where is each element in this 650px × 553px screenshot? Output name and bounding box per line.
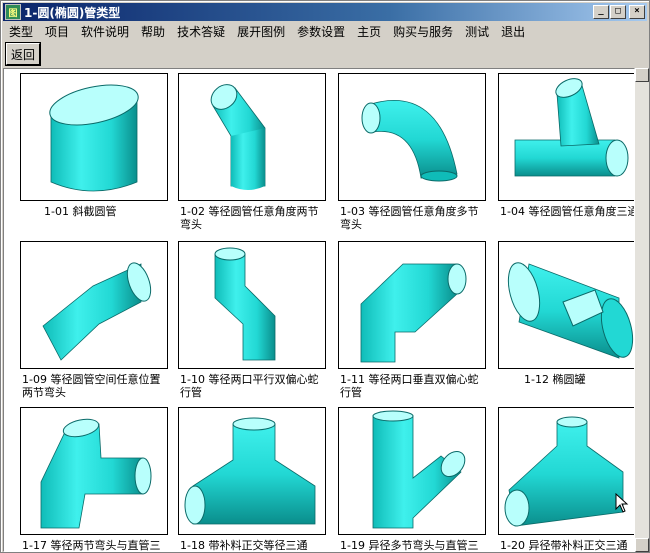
thumbnail-1-01[interactable] <box>20 73 168 201</box>
caption-1-11[interactable]: 1-11 等径两口垂直双偏心蛇行管 <box>340 373 488 399</box>
caption-1-02[interactable]: 1-02 等径圆管任意角度两节弯头 <box>180 205 328 231</box>
caption-1-01[interactable]: 1-01 斜截圆管 <box>44 205 154 218</box>
app-window: 图 1-圆(椭圆)管类型 _ □ × 类型 项目 软件说明 帮助 技术答疑 展开… <box>0 0 650 553</box>
menu-software-info[interactable]: 软件说明 <box>75 23 135 40</box>
menu-tech-qa[interactable]: 技术答疑 <box>171 23 231 40</box>
elliptical-tank-icon <box>507 262 634 359</box>
menu-exit[interactable]: 退出 <box>495 23 531 40</box>
minimize-button[interactable]: _ <box>593 5 609 19</box>
menu-bar: 类型 项目 软件说明 帮助 技术答疑 展开图例 参数设置 主页 购买与服务 测试… <box>3 21 647 41</box>
thumbnail-1-17[interactable] <box>20 407 168 535</box>
caption-1-04[interactable]: 1-04 等径圆管任意角度三通 <box>500 205 634 218</box>
back-button[interactable]: 返回 <box>5 42 41 66</box>
caption-1-20[interactable]: 1-20 异径带补料正交三通 <box>500 539 634 551</box>
caption-1-09[interactable]: 1-09 等径圆管空间任意位置两节弯头 <box>22 373 170 399</box>
tee-any-angle-icon <box>514 78 629 177</box>
vertical-scrollbar[interactable] <box>635 68 649 552</box>
caption-1-03[interactable]: 1-03 等径圆管任意角度多节弯头 <box>340 205 488 231</box>
thumbnail-1-11[interactable] <box>338 241 486 369</box>
menu-purchase[interactable]: 购买与服务 <box>387 23 459 40</box>
two-segment-elbow-icon <box>210 84 266 190</box>
thumbnail-1-19[interactable] <box>338 407 486 535</box>
reducing-tee-with-patch-icon <box>504 416 624 527</box>
thumbnail-1-12[interactable] <box>498 241 634 369</box>
oblique-cut-pipe-icon <box>49 84 139 192</box>
parallel-offset-snake-pipe-icon <box>214 247 276 361</box>
pipe-gallery: 1-01 斜截圆管 1-02 等径圆管任意角度两节弯头 1-03 等径圆管任意角… <box>3 68 635 552</box>
toolbar: 返回 <box>5 42 41 68</box>
menu-project[interactable]: 项目 <box>39 23 75 40</box>
maximize-button[interactable]: □ <box>610 5 626 19</box>
spatial-two-segment-elbow-icon <box>42 262 152 361</box>
menu-home[interactable]: 主页 <box>351 23 387 40</box>
thumbnail-1-10[interactable] <box>178 241 326 369</box>
window-title: 1-圆(椭圆)管类型 <box>24 5 121 20</box>
menu-test[interactable]: 测试 <box>459 23 495 40</box>
title-bar[interactable]: 图 1-圆(椭圆)管类型 _ □ × <box>3 3 647 21</box>
thumbnail-1-09[interactable] <box>20 241 168 369</box>
menu-type[interactable]: 类型 <box>3 23 39 40</box>
thumbnail-1-02[interactable] <box>178 73 326 201</box>
menu-unfold-examples[interactable]: 展开图例 <box>231 23 291 40</box>
reducing-elbow-straight-tee-icon <box>372 410 466 529</box>
elbow-straight-tee-icon <box>40 418 152 529</box>
scroll-down-arrow-icon[interactable] <box>635 538 649 552</box>
caption-1-18[interactable]: 1-18 带补料正交等径三通 <box>180 539 328 551</box>
app-icon: 图 <box>5 4 21 20</box>
caption-1-17[interactable]: 1-17 等径两节弯头与直管三 <box>22 539 170 551</box>
scroll-up-arrow-icon[interactable] <box>635 68 649 82</box>
mouse-cursor-icon <box>615 493 629 513</box>
caption-1-19[interactable]: 1-19 异径多节弯头与直管三 <box>340 539 488 551</box>
caption-1-12[interactable]: 1-12 椭圆罐 <box>524 373 634 386</box>
equal-tee-with-patch-icon <box>184 417 316 525</box>
perpendicular-offset-snake-pipe-icon <box>360 263 467 363</box>
thumbnail-1-03[interactable] <box>338 73 486 201</box>
menu-settings[interactable]: 参数设置 <box>291 23 351 40</box>
caption-1-10[interactable]: 1-10 等径两口平行双偏心蛇行管 <box>180 373 328 399</box>
thumbnail-1-18[interactable] <box>178 407 326 535</box>
multi-segment-elbow-icon <box>361 100 458 182</box>
close-button[interactable]: × <box>629 5 645 19</box>
menu-help[interactable]: 帮助 <box>135 23 171 40</box>
thumbnail-1-04[interactable] <box>498 73 634 201</box>
thumbnail-1-20[interactable] <box>498 407 634 535</box>
